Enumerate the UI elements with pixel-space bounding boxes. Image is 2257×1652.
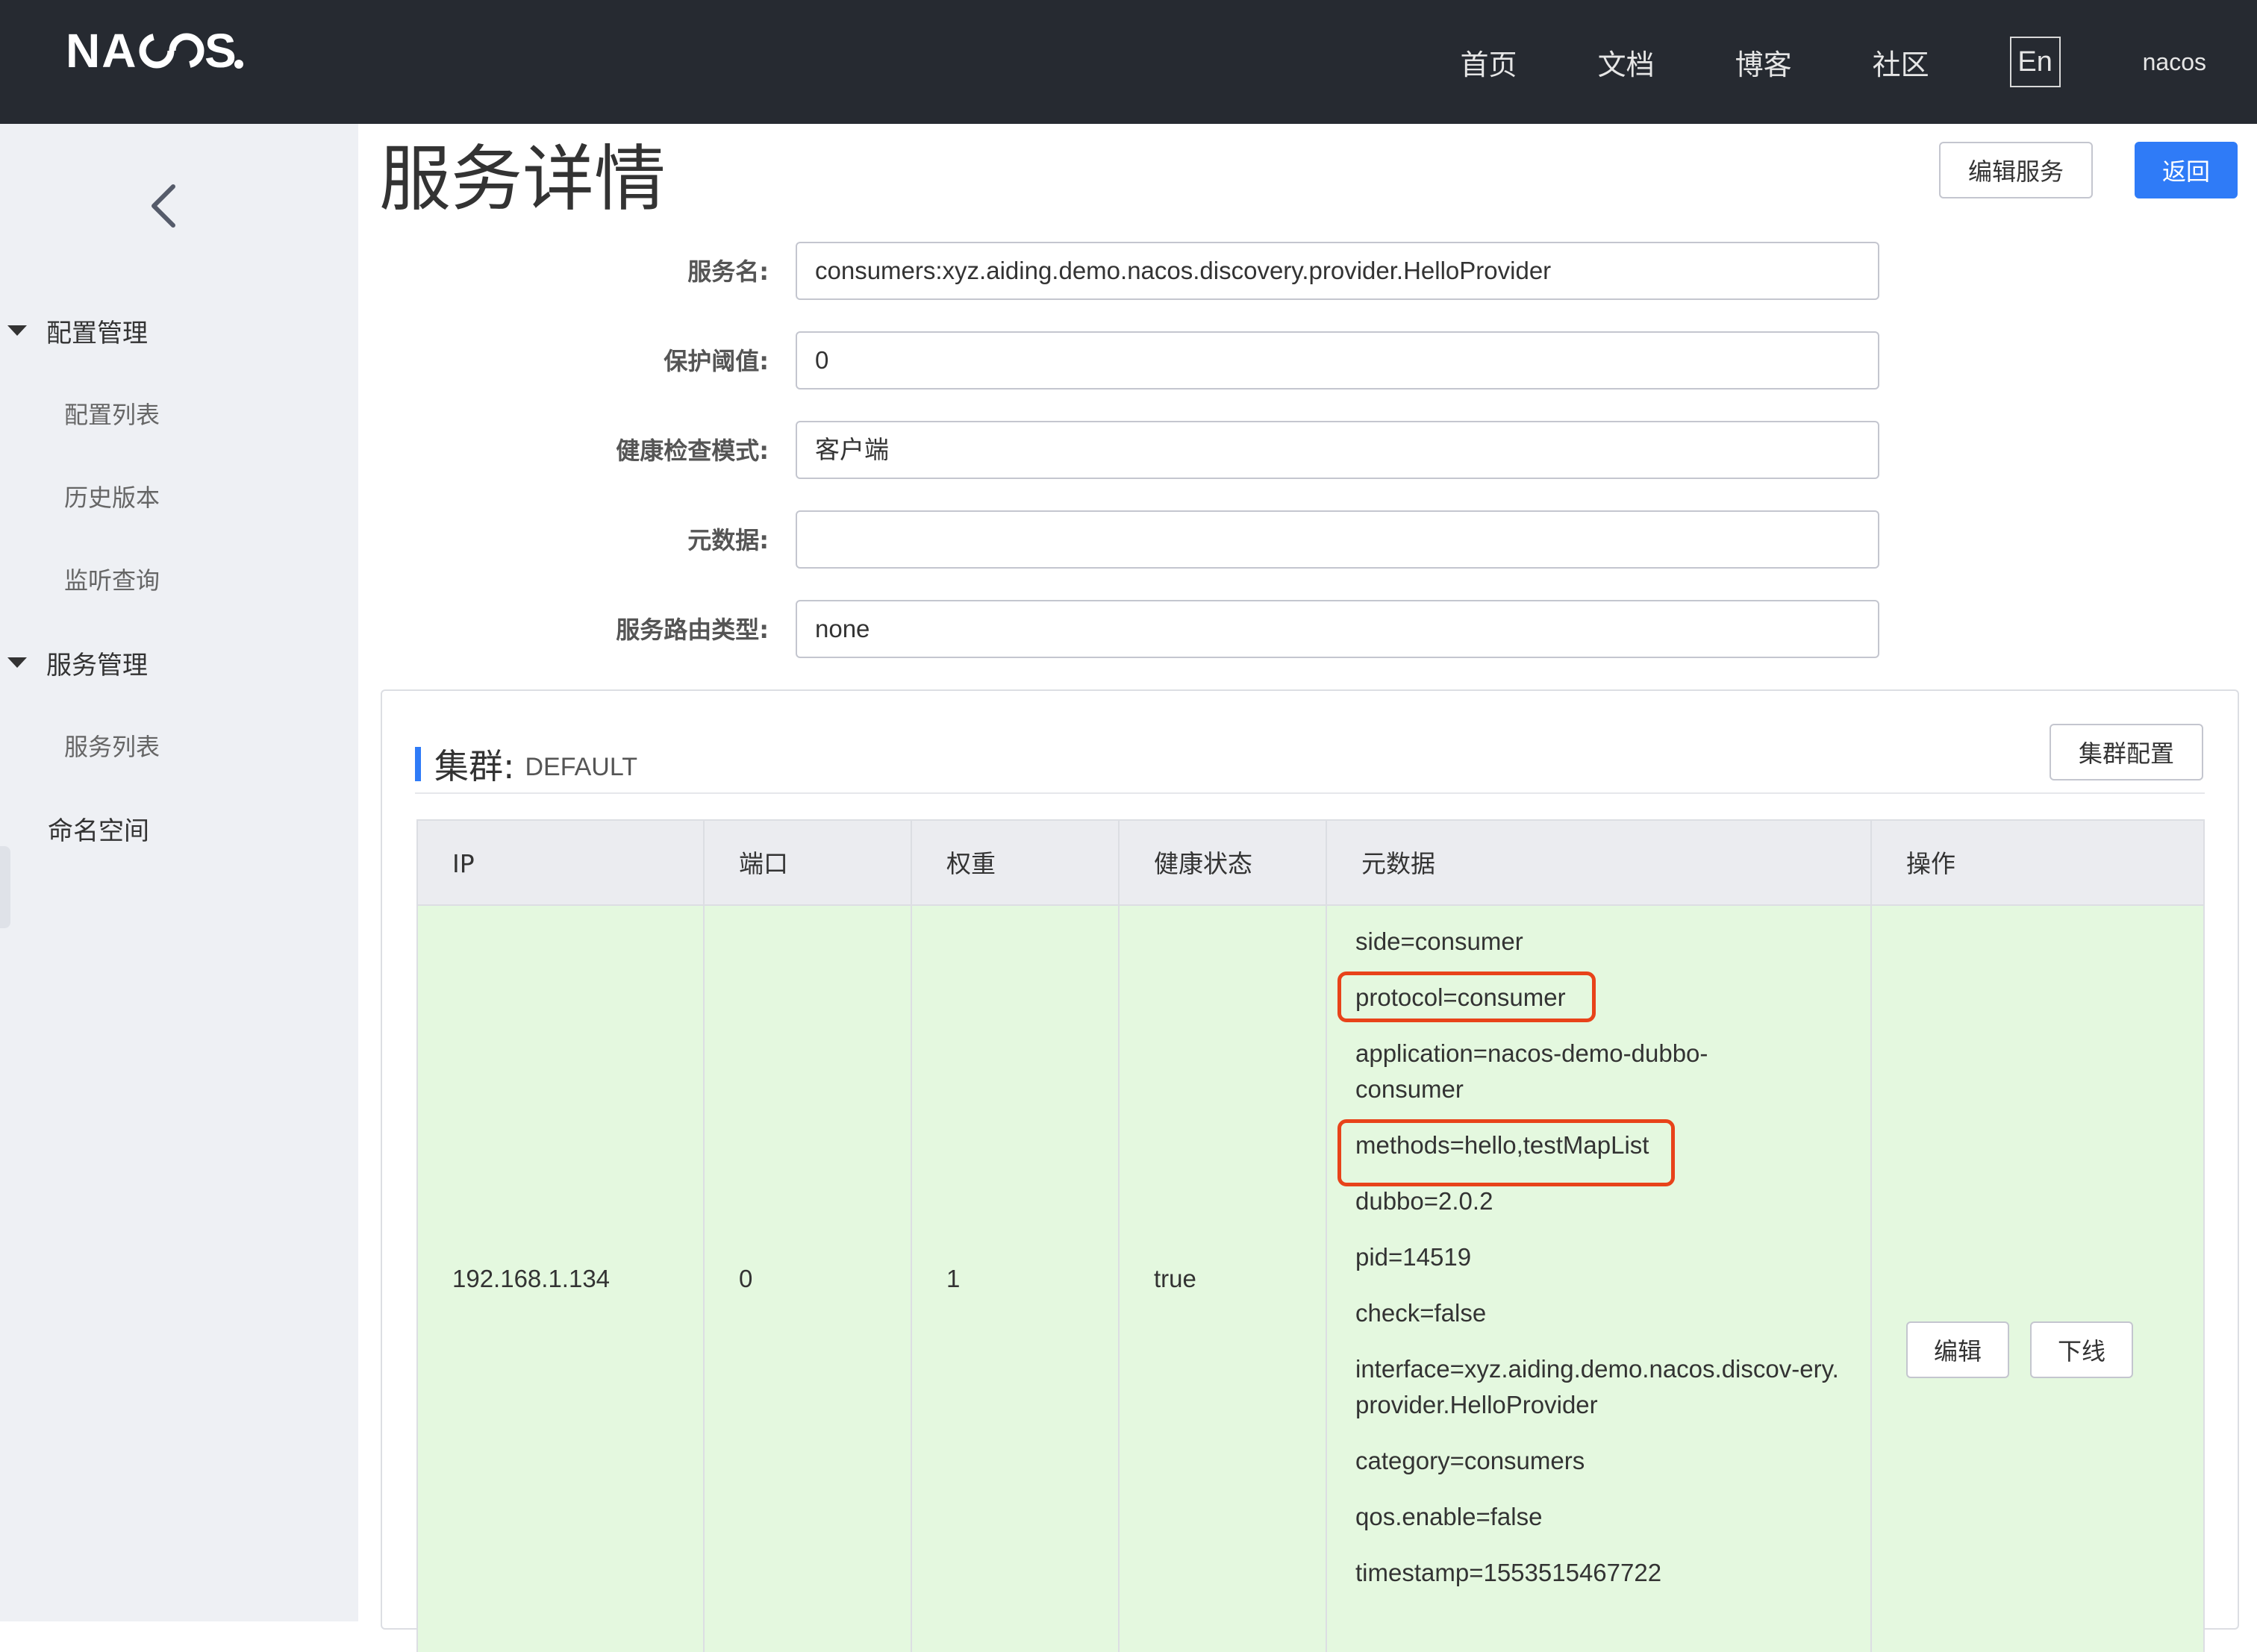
protect-threshold-label: 保护阈值: <box>664 347 769 375</box>
form-row-metadata: 元数据: <box>0 510 1941 570</box>
metadata-item: pid=14519 <box>1355 1243 1472 1271</box>
cell-ip: 192.168.1.134 <box>452 1265 611 1292</box>
cluster-title-accent <box>415 747 421 781</box>
cell-weight: 1 <box>946 1265 961 1292</box>
form-row-route-type: 服务路由类型: none <box>0 600 1941 660</box>
column-divider <box>1326 819 1327 1652</box>
metadata-item: timestamp=1553515467722 <box>1355 1559 1662 1586</box>
sidebar-item-service-list[interactable]: 服务列表 <box>64 723 160 768</box>
sidebar-item-namespace[interactable]: 命名空间 <box>48 806 149 851</box>
protect-threshold-field[interactable]: 0 <box>796 331 1879 389</box>
username-label[interactable]: nacos <box>2143 49 2206 76</box>
form-row-health-check-mode: 健康检查模式: 客户端 <box>0 421 1941 481</box>
page-title: 服务详情 <box>379 137 666 221</box>
metadata-item: check=false <box>1355 1299 1487 1327</box>
column-header-port: 端口 <box>739 849 788 878</box>
metadata-label: 元数据: <box>687 526 769 554</box>
edit-instance-button[interactable]: 编辑 <box>1906 1321 2009 1378</box>
column-divider <box>911 819 912 1652</box>
sidebar-scrollbar[interactable] <box>0 846 10 928</box>
metadata-item: qos.enable=false <box>1355 1503 1543 1530</box>
route-type-field[interactable]: none <box>796 600 1879 658</box>
form-row-service-name: 服务名: consumers:xyz.aiding.demo.nacos.dis… <box>0 242 1941 301</box>
column-divider <box>1118 819 1120 1652</box>
cell-port: 0 <box>739 1265 753 1292</box>
instance-table: IP 端口 权重 健康状态 元数据 操作 192.168.1.134 0 1 t… <box>416 819 2205 1652</box>
top-header: NA S 首页 文档 博客 社区 En nacos <box>0 0 2257 124</box>
cell-health: true <box>1154 1265 1196 1292</box>
nav-docs[interactable]: 文档 <box>1598 42 1655 83</box>
nav-blog[interactable]: 博客 <box>1735 42 1792 83</box>
column-header-ip: IP <box>452 849 475 878</box>
svg-text:S: S <box>205 25 238 76</box>
offline-instance-button[interactable]: 下线 <box>2030 1321 2133 1378</box>
cluster-divider <box>415 792 2205 794</box>
column-header-metadata: 元数据 <box>1361 849 1435 878</box>
top-nav: 首页 文档 博客 社区 En nacos <box>1461 0 2257 124</box>
cluster-card: 集群: DEFAULT 集群配置 IP 端口 权重 健康状态 元数据 操作 19… <box>381 689 2239 1652</box>
form-row-protect-threshold: 保护阈值: 0 <box>0 331 1941 391</box>
metadata-item: interface=xyz.aiding.demo.nacos.discov-e… <box>1355 1355 1839 1418</box>
chevron-left-icon <box>152 184 175 228</box>
nav-community[interactable]: 社区 <box>1873 42 1929 83</box>
cluster-config-button[interactable]: 集群配置 <box>2050 724 2203 780</box>
health-check-mode-label: 健康检查模式: <box>616 437 769 465</box>
table-row: 192.168.1.134 0 1 true side=consumer pro… <box>416 906 2205 1652</box>
highlight-box-methods <box>1337 1119 1675 1186</box>
back-button[interactable]: 返回 <box>2135 142 2238 198</box>
service-name-field[interactable]: consumers:xyz.aiding.demo.nacos.discover… <box>796 242 1879 300</box>
route-type-label: 服务路由类型: <box>616 616 769 644</box>
cluster-title: 集群: <box>434 746 515 786</box>
metadata-item: application=nacos-demo-dubbo-consumer <box>1355 1039 1708 1103</box>
highlight-box-protocol <box>1337 972 1596 1022</box>
nav-home[interactable]: 首页 <box>1461 42 1517 83</box>
column-header-actions: 操作 <box>1906 849 1955 878</box>
svg-text:NA: NA <box>66 25 137 76</box>
metadata-item: dubbo=2.0.2 <box>1355 1187 1493 1215</box>
metadata-item: side=consumer <box>1355 927 1523 955</box>
service-name-label: 服务名: <box>687 257 769 286</box>
cluster-name: DEFAULT <box>525 752 638 781</box>
column-divider <box>1870 819 1872 1652</box>
sidebar-collapse-button[interactable] <box>142 176 187 236</box>
nacos-logo-mark: NA S <box>66 24 243 78</box>
column-divider <box>703 819 705 1652</box>
nacos-logo[interactable]: NA S <box>66 24 275 78</box>
metadata-field[interactable] <box>796 510 1879 569</box>
column-header-weight: 权重 <box>946 849 996 878</box>
column-header-health: 健康状态 <box>1154 849 1252 878</box>
health-check-mode-field[interactable]: 客户端 <box>796 421 1879 479</box>
table-header: IP 端口 权重 健康状态 元数据 操作 <box>416 819 2205 906</box>
metadata-item: category=consumers <box>1355 1447 1585 1474</box>
edit-service-button[interactable]: 编辑服务 <box>1939 142 2093 198</box>
cluster-header: 集群: DEFAULT <box>415 734 637 794</box>
language-toggle-button[interactable]: En <box>2009 37 2061 87</box>
